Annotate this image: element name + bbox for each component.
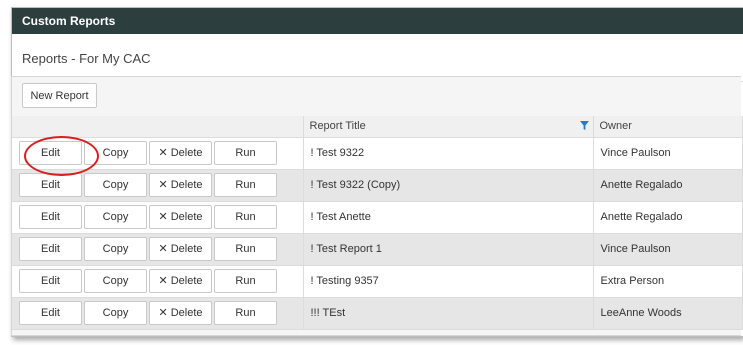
delete-button-label: Delete [170,210,203,223]
run-button[interactable]: Run [214,173,277,198]
x-icon: ✕ [158,211,168,224]
delete-button-label: Delete [170,178,203,191]
owner-cell: Extra Person [593,265,743,298]
copy-button[interactable]: Copy [84,269,147,294]
toolbar: New Report [12,77,741,116]
x-icon: ✕ [158,307,168,320]
x-icon: ✕ [158,179,168,192]
report-title-cell[interactable]: ! Test Report 1 [303,233,594,266]
edit-button[interactable]: Edit [19,237,82,262]
run-button[interactable]: Run [214,269,277,294]
column-header-owner[interactable]: Owner [593,116,743,138]
row-actions: Edit Copy ✕ Delete Run [12,265,304,298]
column-header-report-title-label: Report Title [309,120,366,133]
delete-button[interactable]: ✕ Delete [149,268,212,293]
run-button[interactable]: Run [214,301,277,326]
x-icon: ✕ [158,243,168,256]
table-row: Edit Copy ✕ Delete Run! Test Report 1 Vince P… [12,233,743,266]
row-actions: Edit Copy ✕ Delete Run [12,201,304,234]
delete-button[interactable]: ✕ Delete [149,300,212,325]
report-title-cell[interactable]: !!! TEst [303,297,594,330]
owner-cell: Vince Paulson [593,137,743,170]
delete-button-label: Delete [170,146,203,159]
table-row: Edit Copy ✕ Delete Run! Test 9322 (Copy) Anet… [12,169,743,202]
reports-panel: New Report Report Title Owner Edit Copy ✕ D… [11,76,743,336]
filter-icon[interactable] [579,121,589,130]
delete-button[interactable]: ✕ Delete [149,140,212,165]
reports-table: Report Title Owner Edit Copy ✕ Delete Run! T… [12,116,743,330]
column-header-actions [12,116,304,138]
table-row: Edit Copy ✕ Delete Run! Test 9322 Vince Pauls… [12,137,743,170]
delete-button[interactable]: ✕ Delete [149,236,212,261]
report-title-cell[interactable]: ! Test 9322 (Copy) [303,169,594,202]
run-button[interactable]: Run [214,141,277,166]
report-title-cell[interactable]: ! Testing 9357 [303,265,594,298]
row-actions: Edit Copy ✕ Delete Run [12,137,304,170]
run-button[interactable]: Run [214,237,277,262]
owner-cell: Anette Regalado [593,201,743,234]
copy-button[interactable]: Copy [84,237,147,262]
x-icon: ✕ [158,275,168,288]
delete-button[interactable]: ✕ Delete [149,172,212,197]
copy-button[interactable]: Copy [84,173,147,198]
delete-button-label: Delete [170,306,203,319]
owner-cell: Anette Regalado [593,169,743,202]
edit-button[interactable]: Edit [19,205,82,230]
report-title-cell[interactable]: ! Test 9322 [303,137,594,170]
column-header-report-title[interactable]: Report Title [303,116,594,138]
run-button[interactable]: Run [214,205,277,230]
table-row: Edit Copy ✕ Delete Run! Test Anette Anette Re… [12,201,743,234]
table-row: Edit Copy ✕ Delete Run!!! TEst LeeAnne Woods [12,297,743,330]
delete-button-label: Delete [170,242,203,255]
edit-button[interactable]: Edit [19,173,82,198]
row-actions: Edit Copy ✕ Delete Run [12,297,304,330]
table-row: Edit Copy ✕ Delete Run! Testing 9357 Extra Pe… [12,265,743,298]
copy-button[interactable]: Copy [84,141,147,166]
window-title: Custom Reports [12,8,743,34]
edit-button[interactable]: Edit [19,141,82,166]
report-title-cell[interactable]: ! Test Anette [303,201,594,234]
edit-button[interactable]: Edit [19,301,82,326]
copy-button[interactable]: Copy [84,205,147,230]
x-icon: ✕ [158,147,168,160]
new-report-button[interactable]: New Report [22,83,97,108]
copy-button[interactable]: Copy [84,301,147,326]
edit-button[interactable]: Edit [19,269,82,294]
delete-button-label: Delete [170,274,203,287]
reports-table-body: Edit Copy ✕ Delete Run! Test 9322 Vince Pauls… [12,137,743,330]
table-header-row: Report Title Owner [12,116,743,138]
owner-cell: Vince Paulson [593,233,743,266]
page-title: Reports - For My CAC [12,34,743,82]
owner-cell: LeeAnne Woods [593,297,743,330]
row-actions: Edit Copy ✕ Delete Run [12,169,304,202]
row-actions: Edit Copy ✕ Delete Run [12,233,304,266]
delete-button[interactable]: ✕ Delete [149,204,212,229]
